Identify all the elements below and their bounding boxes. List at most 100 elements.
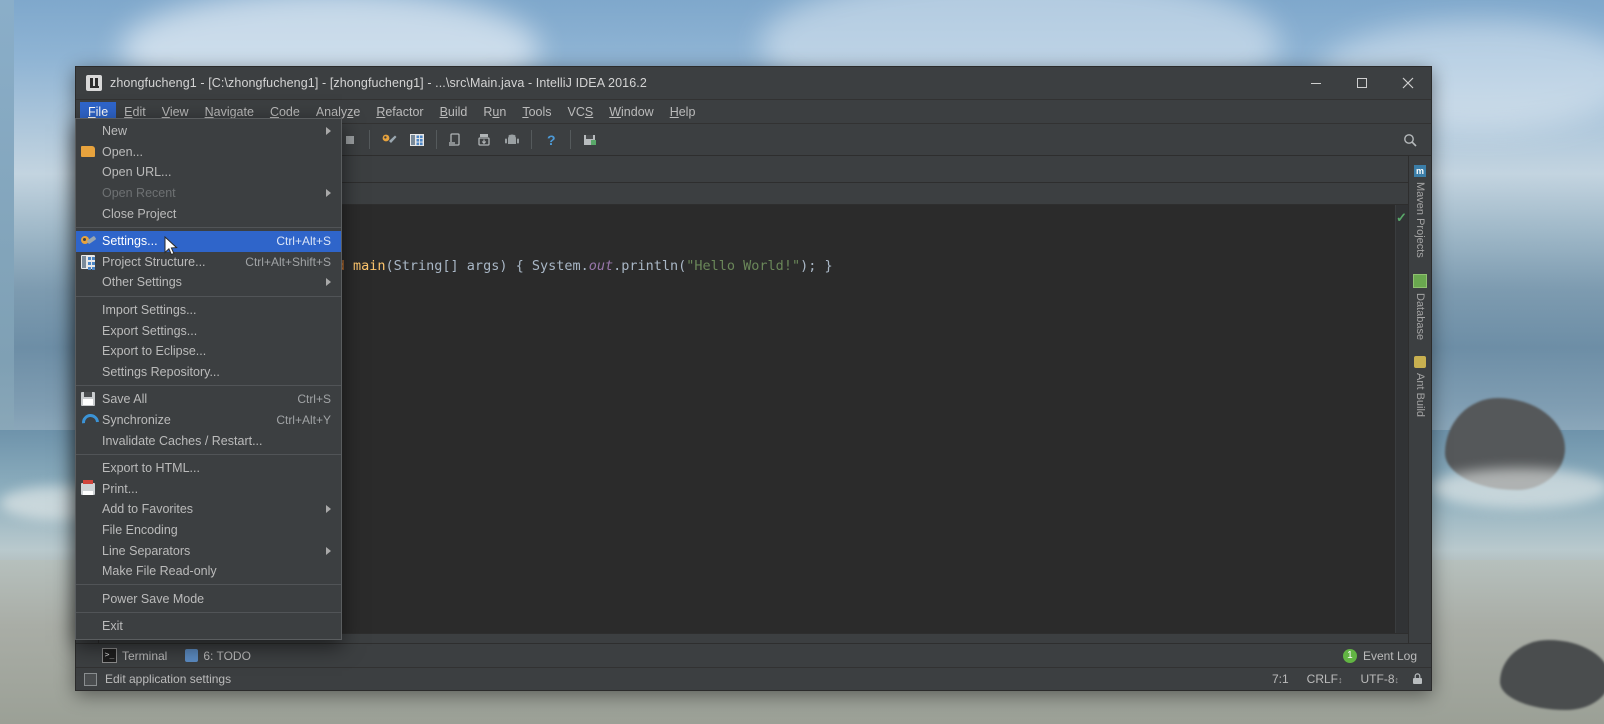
terminal-icon: >_ <box>102 648 117 663</box>
maximize-button[interactable] <box>1339 67 1385 99</box>
file-menu-item-open-url[interactable]: Open URL... <box>76 162 341 183</box>
updown-arrows-icon: ↕ <box>1394 675 1400 685</box>
code-line: } <box>166 279 1395 304</box>
right-tool-database[interactable]: Database <box>1413 271 1427 343</box>
file-menu-item-label: Exit <box>102 619 123 634</box>
menubar-item-vcs[interactable]: VCS <box>560 102 602 122</box>
sdk-manager-icon[interactable] <box>471 127 497 152</box>
intellij-idea-icon <box>86 75 102 91</box>
file-menu-item-shortcut: Ctrl+Alt+S <box>276 234 331 249</box>
file-menu-item-shortcut: Ctrl+Alt+Shift+S <box>245 254 331 269</box>
code-content[interactable]: public class Main { public static void m… <box>160 205 1395 633</box>
right-tool-ant-build[interactable]: Ant Build <box>1414 353 1426 420</box>
toolbar-separator <box>570 130 572 149</box>
file-menu-item-print[interactable]: Print... <box>76 479 341 500</box>
file-menu-item-label: Project Structure... <box>102 254 206 269</box>
code-line: public static void main(String[] args) {… <box>166 254 1395 279</box>
search-everywhere-icon[interactable] <box>1397 127 1423 152</box>
android-monitor-icon[interactable] <box>499 127 525 152</box>
right-tool-label: Database <box>1414 292 1426 340</box>
svg-text:?: ? <box>547 132 556 148</box>
close-button[interactable] <box>1385 67 1431 99</box>
wallpaper-foam <box>1430 468 1604 508</box>
menubar-item-window[interactable]: Window <box>601 102 661 122</box>
menubar-item-run[interactable]: Run <box>475 102 514 122</box>
file-menu-item-new[interactable]: New <box>76 121 341 142</box>
file-menu-item-label: Close Project <box>102 206 177 221</box>
bottom-tool-todo[interactable]: 6: TODO <box>185 649 251 663</box>
file-menu-item-open-recent: Open Recent <box>76 183 341 204</box>
file-menu-item-export-settings[interactable]: Export Settings... <box>76 320 341 341</box>
file-menu-item-file-encoding[interactable]: File Encoding <box>76 520 341 541</box>
file-menu-item-open[interactable]: Open... <box>76 142 341 163</box>
synchronize-icon <box>81 413 95 427</box>
help-icon[interactable]: ? <box>538 127 564 152</box>
menu-item-icon-placeholder <box>80 206 96 222</box>
settings-wrench-icon <box>80 234 96 249</box>
file-menu-item-label: Add to Favorites <box>102 502 194 517</box>
file-menu-item-export-to-eclipse[interactable]: Export to Eclipse... <box>76 341 341 362</box>
right-tool-label: Ant Build <box>1414 372 1426 417</box>
file-menu-item-label: Synchronize <box>102 413 171 428</box>
file-menu-item-label: Power Save Mode <box>102 591 205 606</box>
bottom-tool-terminal[interactable]: >_ Terminal <box>102 648 167 663</box>
status-bar-toggle-icon[interactable] <box>84 672 97 686</box>
file-menu-item-add-to-favorites[interactable]: Add to Favorites <box>76 499 341 520</box>
ant-build-icon <box>1414 355 1426 368</box>
file-menu-item-settings-repository[interactable]: Settings Repository... <box>76 362 341 383</box>
menubar-item-help[interactable]: Help <box>662 102 704 122</box>
file-menu-item-label: Open Recent <box>102 186 176 201</box>
menubar-item-refactor[interactable]: Refactor <box>368 102 431 122</box>
toolbar-separator <box>369 130 371 149</box>
event-log-button[interactable]: 1 Event Log <box>1342 648 1431 663</box>
menubar-item-tools[interactable]: Tools <box>514 102 559 122</box>
menu-item-icon-placeholder <box>80 460 96 476</box>
menu-separator <box>76 385 341 387</box>
line-separator-selector[interactable]: CRLF↕ <box>1298 672 1352 686</box>
file-menu-item-invalidate-caches-restart[interactable]: Invalidate Caches / Restart... <box>76 430 341 451</box>
file-menu-item-export-to-html[interactable]: Export to HTML... <box>76 458 341 479</box>
caret-position[interactable]: 7:1 <box>1263 672 1298 686</box>
file-menu-item-label: Invalidate Caches / Restart... <box>102 433 263 448</box>
code-line: public class Main { <box>166 205 1395 230</box>
file-menu-item-label: Open... <box>102 144 143 159</box>
updown-arrows-icon: ↕ <box>1338 675 1343 685</box>
file-menu-popup[interactable]: New Open... Open URL... Open Recent Close Pr… <box>75 118 342 640</box>
right-tool-maven-projects[interactable]: m Maven Projects <box>1414 162 1426 261</box>
file-menu-item-other-settings[interactable]: Other Settings <box>76 272 341 293</box>
file-menu-item-settings[interactable]: Settings... Ctrl+Alt+S <box>76 230 341 252</box>
folder-icon <box>80 144 96 160</box>
chevron-right-icon <box>326 505 331 514</box>
make-project-icon[interactable] <box>577 127 603 152</box>
encoding-selector[interactable]: UTF-8↕ <box>1352 672 1409 686</box>
avd-manager-icon[interactable] <box>443 127 469 152</box>
file-menu-item-import-settings[interactable]: Import Settings... <box>76 300 341 321</box>
menu-separator <box>76 612 341 614</box>
file-menu-item-exit[interactable]: Exit <box>76 616 341 637</box>
file-menu-item-power-save-mode[interactable]: Power Save Mode <box>76 588 341 609</box>
settings-wrench-icon[interactable] <box>376 127 402 152</box>
code-token: "Hello World!" <box>686 258 801 274</box>
file-menu-item-close-project[interactable]: Close Project <box>76 203 341 224</box>
file-menu-item-synchronize[interactable]: Synchronize Ctrl+Alt+Y <box>76 410 341 431</box>
file-menu-item-project-structure[interactable]: Project Structure... Ctrl+Alt+Shift+S <box>76 252 341 273</box>
menu-separator <box>76 226 341 228</box>
read-only-lock-icon[interactable] <box>1412 673 1423 685</box>
right-tool-strip: m Maven Projects Database Ant Build <box>1408 156 1431 643</box>
menu-item-icon-placeholder <box>80 364 96 380</box>
chevron-right-icon <box>326 127 331 136</box>
minimize-button[interactable] <box>1293 67 1339 99</box>
file-menu-item-make-file-read-only[interactable]: Make File Read-only <box>76 561 341 582</box>
menubar-item-build[interactable]: Build <box>432 102 476 122</box>
error-stripe-marker-panel[interactable]: ✓ <box>1395 205 1408 633</box>
menu-separator <box>76 453 341 455</box>
encoding-label: UTF-8 <box>1360 672 1395 686</box>
file-menu-item-save-all[interactable]: Save All Ctrl+S <box>76 389 341 410</box>
project-structure-icon <box>81 254 95 269</box>
settings-wrench-icon <box>80 233 96 249</box>
project-structure-icon[interactable] <box>404 127 430 152</box>
file-menu-item-line-separators[interactable]: Line Separators <box>76 540 341 561</box>
status-bar: Edit application settings 7:1 CRLF↕ UTF-… <box>76 667 1431 690</box>
